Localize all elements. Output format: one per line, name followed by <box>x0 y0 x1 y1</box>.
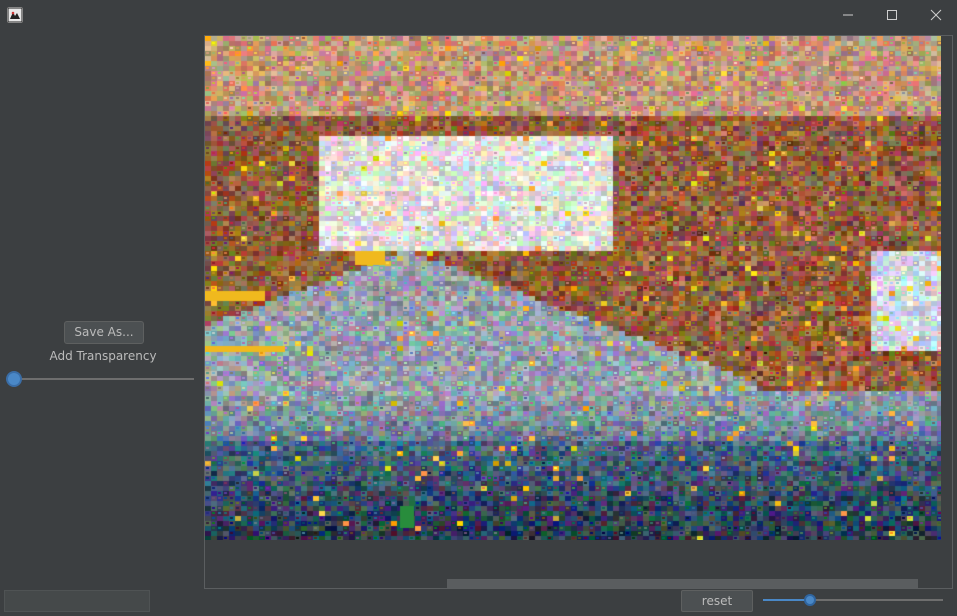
maximize-button[interactable] <box>870 0 914 30</box>
reset-button[interactable]: reset <box>681 590 753 612</box>
close-button[interactable] <box>914 0 957 30</box>
mosaic-canvas <box>205 36 941 540</box>
status-field <box>4 590 150 612</box>
save-as-button[interactable]: Save As... <box>64 321 144 344</box>
minimize-icon <box>843 14 853 16</box>
mosaic-image <box>205 36 941 540</box>
zoom-slider-thumb[interactable] <box>804 594 816 606</box>
title-bar[interactable] <box>0 0 957 30</box>
transparency-slider-thumb[interactable] <box>6 371 22 387</box>
app-window: Save As... Add Transparency reset <box>0 0 957 616</box>
close-icon <box>930 9 942 21</box>
horizontal-scrollbar-thumb[interactable] <box>447 579 918 588</box>
maximize-icon <box>887 10 897 20</box>
transparency-label: Add Transparency <box>49 349 157 363</box>
zoom-slider-fill <box>763 599 810 601</box>
transparency-slider-track[interactable] <box>14 378 194 380</box>
minimize-button[interactable] <box>826 0 870 30</box>
app-icon <box>7 7 23 23</box>
